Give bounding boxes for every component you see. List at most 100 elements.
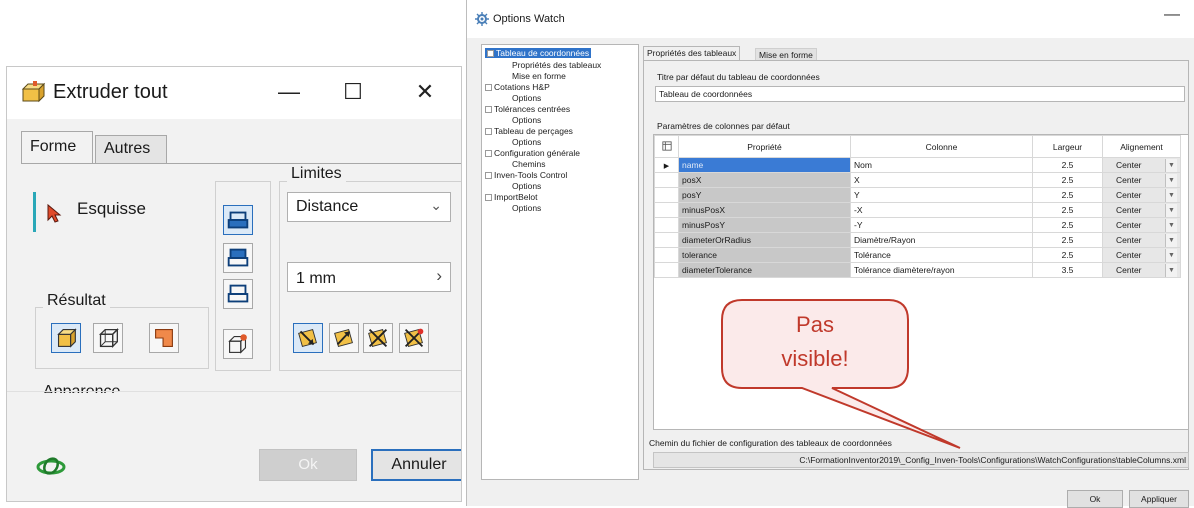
- table-row[interactable]: diameterOrRadius Diamètre/Rayon 2.5 Center ▼: [654, 232, 1181, 248]
- table-row[interactable]: ▶ name Nom 2.5 Center ▼: [654, 157, 1181, 173]
- tab-forme[interactable]: Forme: [21, 131, 93, 164]
- result-profile-button[interactable]: [149, 323, 179, 353]
- column-name-cell[interactable]: -X: [850, 202, 1033, 218]
- chevron-down-icon[interactable]: ▼: [1165, 248, 1177, 262]
- direction-flip-button[interactable]: [329, 323, 359, 353]
- tree-collapse-icon[interactable]: [485, 172, 492, 179]
- tree-collapse-icon[interactable]: [485, 84, 492, 91]
- table-row[interactable]: tolerance Tolérance 2.5 Center ▼: [654, 247, 1181, 263]
- tree-item-inventools-options[interactable]: Options: [512, 181, 541, 191]
- width-cell[interactable]: 2.5: [1032, 157, 1103, 173]
- property-cell[interactable]: diameterOrRadius: [678, 232, 851, 248]
- alignment-cell[interactable]: Center ▼: [1102, 157, 1181, 173]
- tree-collapse-icon[interactable]: [485, 106, 492, 113]
- chevron-down-icon[interactable]: ▼: [1165, 173, 1177, 187]
- row-header-cell[interactable]: [654, 247, 679, 263]
- table-row[interactable]: minusPosY -Y 2.5 Center ▼: [654, 217, 1181, 233]
- column-name-cell[interactable]: Diamètre/Rayon: [850, 232, 1033, 248]
- tree-item-importbelot-options[interactable]: Options: [512, 203, 541, 213]
- options-ok-button[interactable]: Ok: [1067, 490, 1123, 508]
- tree-item-configuration[interactable]: Configuration générale: [485, 148, 580, 158]
- tree-item-tolerances-options[interactable]: Options: [512, 115, 541, 125]
- tree-item-inventools[interactable]: Inven-Tools Control: [485, 170, 567, 180]
- tree-collapse-icon[interactable]: [485, 150, 492, 157]
- table-row[interactable]: minusPosX -X 2.5 Center ▼: [654, 202, 1181, 218]
- alignment-cell[interactable]: Center ▼: [1102, 187, 1181, 203]
- chevron-down-icon[interactable]: ▼: [1165, 263, 1177, 277]
- width-cell[interactable]: 2.5: [1032, 202, 1103, 218]
- inventor-logo-icon[interactable]: [35, 455, 67, 477]
- table-row[interactable]: diameterTolerance Tolérance diamètere/ray…: [654, 262, 1181, 278]
- row-header-cell[interactable]: ▶: [654, 157, 679, 173]
- row-header-cell[interactable]: [654, 232, 679, 248]
- chevron-down-icon[interactable]: ▼: [1165, 188, 1177, 202]
- property-cell[interactable]: diameterTolerance: [678, 262, 851, 278]
- column-name-cell[interactable]: Y: [850, 187, 1033, 203]
- output-join-button[interactable]: [223, 205, 253, 235]
- alignment-cell[interactable]: Center ▼: [1102, 232, 1181, 248]
- column-name-cell[interactable]: -Y: [850, 217, 1033, 233]
- chevron-down-icon[interactable]: ▼: [1165, 158, 1177, 172]
- chevron-down-icon[interactable]: ▼: [1165, 233, 1177, 247]
- default-title-input[interactable]: Tableau de coordonnées: [655, 86, 1185, 102]
- property-cell[interactable]: minusPosX: [678, 202, 851, 218]
- minimize-button[interactable]: —: [269, 75, 309, 109]
- select-arrow-icon[interactable]: [45, 203, 63, 223]
- table-row[interactable]: posX X 2.5 Center ▼: [654, 172, 1181, 188]
- grid-header-colonne[interactable]: Colonne: [850, 135, 1033, 158]
- chevron-down-icon[interactable]: ▼: [1165, 218, 1177, 232]
- grid-corner-cell[interactable]: [654, 135, 679, 158]
- width-cell[interactable]: 2.5: [1032, 232, 1103, 248]
- width-cell[interactable]: 2.5: [1032, 172, 1103, 188]
- tree-item-tableau-coordonnees[interactable]: Tableau de coordonnées: [485, 48, 592, 58]
- column-name-cell[interactable]: X: [850, 172, 1033, 188]
- row-header-cell[interactable]: [654, 217, 679, 233]
- distance-input[interactable]: 1 mm ›: [287, 262, 451, 292]
- tree-item-cotations-options[interactable]: Options: [512, 93, 541, 103]
- tree-item-percages[interactable]: Tableau de perçages: [485, 126, 573, 136]
- alignment-cell[interactable]: Center ▼: [1102, 202, 1181, 218]
- direction-default-button[interactable]: [293, 323, 323, 353]
- options-minimize-button[interactable]: —: [1164, 6, 1180, 24]
- column-name-cell[interactable]: Nom: [850, 157, 1033, 173]
- ok-button[interactable]: Ok: [259, 449, 357, 481]
- chevron-right-icon[interactable]: ›: [436, 266, 442, 286]
- row-header-cell[interactable]: [654, 172, 679, 188]
- tree-collapse-icon[interactable]: [487, 50, 494, 57]
- direction-asymmetric-button[interactable]: [399, 323, 429, 353]
- alignment-cell[interactable]: Center ▼: [1102, 172, 1181, 188]
- output-cut-button[interactable]: [223, 243, 253, 273]
- config-path-input[interactable]: C:\FormationInventor2019\_Config_Inven-T…: [653, 452, 1189, 468]
- maximize-button[interactable]: ☐: [333, 75, 373, 109]
- width-cell[interactable]: 3.5: [1032, 262, 1103, 278]
- result-solid-button[interactable]: [51, 323, 81, 353]
- property-cell[interactable]: minusPosY: [678, 217, 851, 233]
- table-row[interactable]: posY Y 2.5 Center ▼: [654, 187, 1181, 203]
- direction-symmetric-button[interactable]: [363, 323, 393, 353]
- row-header-cell[interactable]: [654, 202, 679, 218]
- row-header-cell[interactable]: [654, 187, 679, 203]
- tree-item-proprietes-tableaux[interactable]: Propriétés des tableaux: [512, 60, 601, 70]
- tree-collapse-icon[interactable]: [485, 128, 492, 135]
- cancel-button[interactable]: Annuler: [371, 449, 461, 481]
- alignment-cell[interactable]: Center ▼: [1102, 247, 1181, 263]
- distance-select[interactable]: Distance ⌄: [287, 192, 451, 222]
- tree-item-chemins[interactable]: Chemins: [512, 159, 546, 169]
- grid-header-largeur[interactable]: Largeur: [1032, 135, 1103, 158]
- tree-collapse-icon[interactable]: [485, 194, 492, 201]
- result-surface-button[interactable]: [93, 323, 123, 353]
- tab-autres[interactable]: Autres: [95, 135, 167, 163]
- property-cell[interactable]: name: [678, 157, 851, 173]
- property-cell[interactable]: posX: [678, 172, 851, 188]
- grid-header-alignement[interactable]: Alignement: [1102, 135, 1181, 158]
- close-button[interactable]: ✕: [405, 75, 445, 109]
- tree-item-percages-options[interactable]: Options: [512, 137, 541, 147]
- tab-proprietes-tableaux[interactable]: Propriétés des tableaux: [643, 46, 741, 60]
- tree-item-cotations[interactable]: Cotations H&P: [485, 82, 550, 92]
- property-cell[interactable]: posY: [678, 187, 851, 203]
- column-name-cell[interactable]: Tolérance diamètere/rayon: [850, 262, 1033, 278]
- sketch-selection-label[interactable]: Esquisse: [77, 199, 146, 219]
- property-cell[interactable]: tolerance: [678, 247, 851, 263]
- tree-item-mise-en-forme[interactable]: Mise en forme: [512, 71, 566, 81]
- width-cell[interactable]: 2.5: [1032, 217, 1103, 233]
